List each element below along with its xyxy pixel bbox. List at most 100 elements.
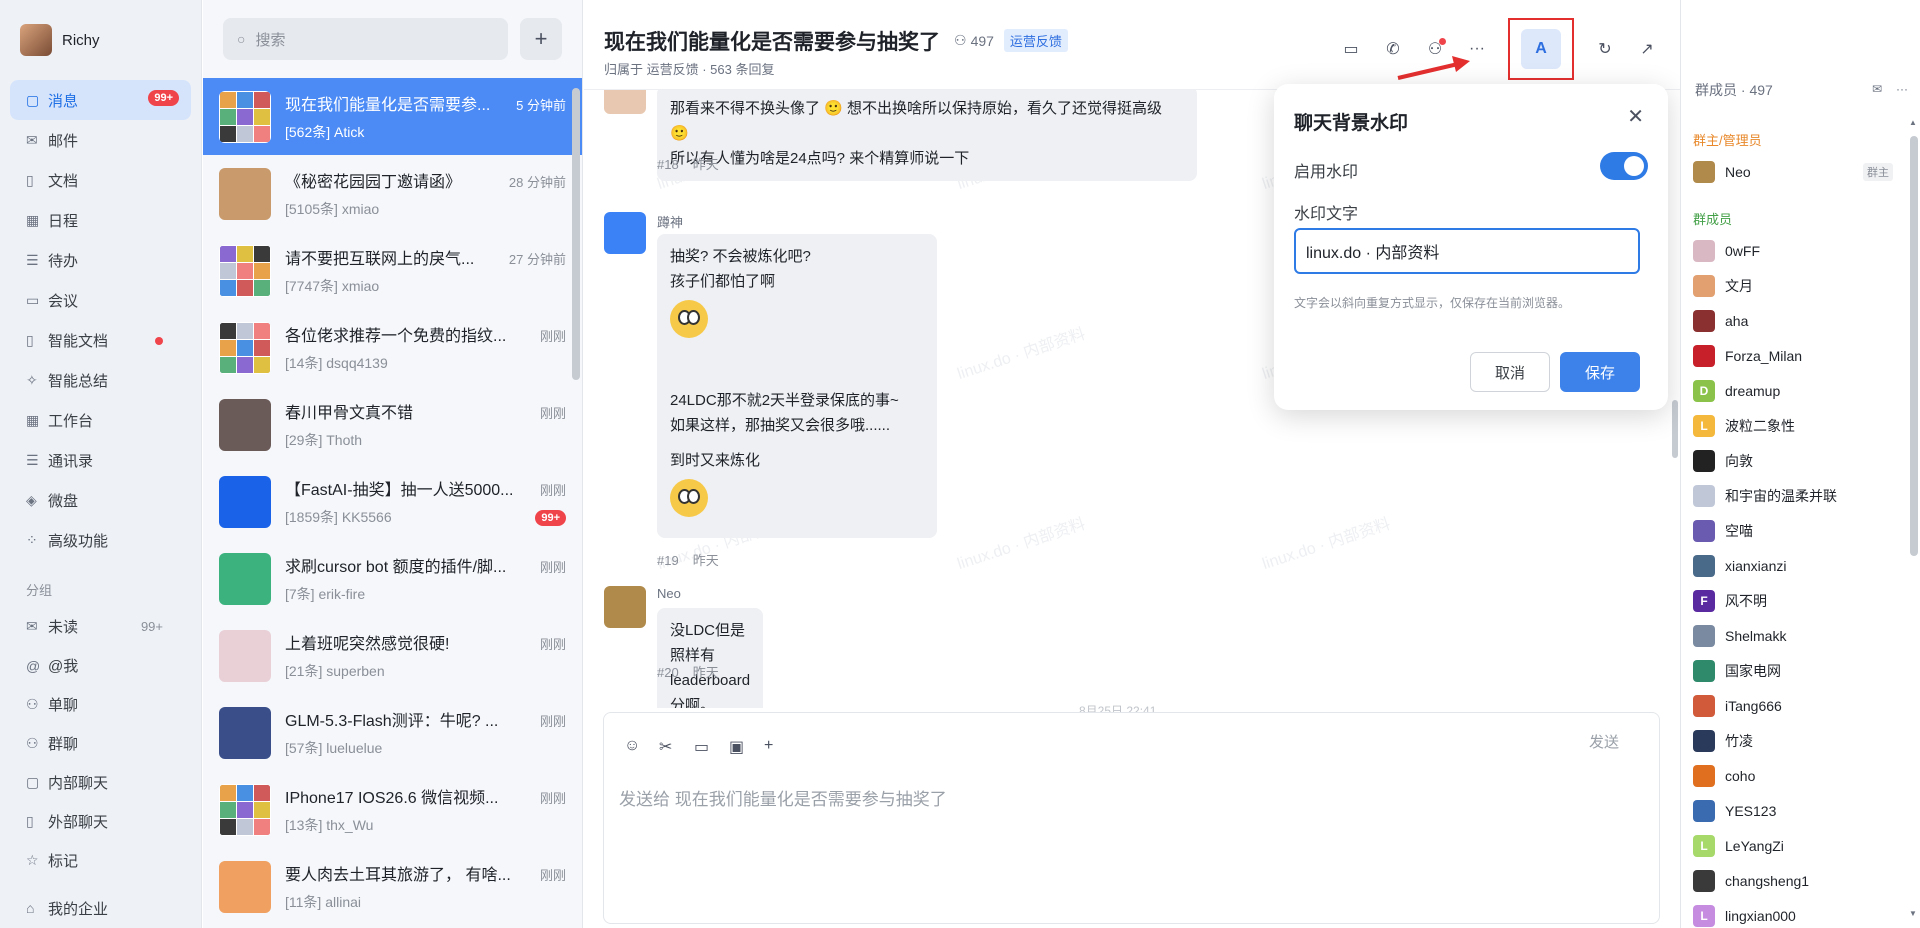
nav-group-item[interactable]: ⚇ 群聊 bbox=[10, 724, 191, 763]
search-input[interactable]: ○ 搜索 bbox=[223, 18, 508, 60]
refresh-button[interactable]: ↻ bbox=[1584, 28, 1626, 70]
member-avatar bbox=[1693, 519, 1715, 542]
message-avatar[interactable] bbox=[604, 90, 646, 114]
conversation-item[interactable]: 请不要把互联网上的戾气... 27 分钟前 [7747条] xmiao bbox=[203, 232, 582, 309]
sender-name: Neo bbox=[657, 586, 681, 601]
scroll-up-icon[interactable]: ▲ bbox=[1909, 118, 1917, 127]
close-icon[interactable]: ✕ bbox=[1627, 104, 1644, 129]
message-time: 昨天 bbox=[692, 665, 719, 680]
more-icon[interactable]: ··· bbox=[1896, 82, 1908, 96]
conversation-item[interactable]: 要人肉去土耳其旅游了， 有啥... 刚刚 [11条] allinai bbox=[203, 848, 582, 925]
nav-item[interactable]: ▭ 会议 bbox=[10, 280, 191, 320]
conversation-item[interactable]: IPhone17 IOS26.6 微信视频... 刚刚 [13条] thx_Wu bbox=[203, 771, 582, 848]
watermark-button[interactable]: A bbox=[1508, 18, 1574, 80]
unread-count: 99+ bbox=[140, 619, 163, 634]
member-item[interactable]: xianxianzi bbox=[1693, 548, 1893, 583]
refresh-icon: ↻ bbox=[1598, 41, 1612, 58]
nav-item[interactable]: ☰ 通讯录 bbox=[10, 440, 191, 480]
nav-item-label: 邮件 bbox=[48, 132, 79, 150]
user-profile[interactable]: Richy bbox=[0, 0, 201, 80]
nav-item[interactable]: ☰ 待办 bbox=[10, 240, 191, 280]
emoji-icon[interactable]: ☺ bbox=[624, 737, 659, 757]
conversation-item[interactable]: 现在我们能量化是否需要参... 5 分钟前 [562条] Atick bbox=[203, 78, 582, 155]
nav-group-item[interactable]: ✉ 未读 99+ bbox=[10, 607, 191, 646]
plus-icon[interactable]: + bbox=[764, 737, 799, 757]
nav-group-item[interactable]: @ @我 bbox=[10, 646, 191, 685]
nav-item[interactable]: ✧ 智能总结 bbox=[10, 360, 191, 400]
member-item[interactable]: L 波粒二象性 bbox=[1693, 408, 1893, 443]
nav-item[interactable]: ◈ 微盘 bbox=[10, 480, 191, 520]
header-toolbar: ▭ ✆ ⚇ ··· A ↻ ↗ bbox=[1330, 18, 1680, 80]
watermark-text-input[interactable] bbox=[1294, 228, 1640, 274]
nav-group-item[interactable]: ☆ 标记 bbox=[10, 841, 191, 880]
member-item[interactable]: 竹凌 bbox=[1693, 723, 1893, 758]
member-item[interactable]: iTang666 bbox=[1693, 688, 1893, 723]
enable-watermark-toggle[interactable] bbox=[1600, 152, 1648, 180]
member-item[interactable]: 向敦 bbox=[1693, 443, 1893, 478]
member-item[interactable]: YES123 bbox=[1693, 793, 1893, 828]
conversation-item[interactable]: 求刷cursor bot 额度的插件/脚... 刚刚 [7条] erik-fire bbox=[203, 540, 582, 617]
message-avatar[interactable] bbox=[604, 212, 646, 254]
image-icon[interactable]: ▣ bbox=[729, 737, 764, 757]
category-tag[interactable]: 运营反馈 bbox=[1003, 29, 1068, 52]
group-avatar bbox=[219, 783, 271, 836]
nav-enterprise[interactable]: ⌂ 我的企业 bbox=[10, 888, 191, 928]
member-item[interactable]: aha bbox=[1693, 303, 1893, 338]
scroll-thumb[interactable] bbox=[1910, 136, 1918, 556]
nav-group-item[interactable]: ▢ 内部聊天 bbox=[10, 763, 191, 802]
scissors-icon[interactable]: ✂ bbox=[659, 737, 694, 757]
nav-item[interactable]: ▯ 智能文档 bbox=[10, 320, 191, 360]
video-call-button[interactable]: ▭ bbox=[1330, 28, 1372, 70]
nav-group-label: 外部聊天 bbox=[48, 814, 109, 831]
member-item[interactable]: changsheng1 bbox=[1693, 863, 1893, 898]
cancel-button[interactable]: 取消 bbox=[1470, 352, 1550, 392]
conversation-title: 【FastAI-抽奖】抽一人送5000... bbox=[285, 482, 514, 499]
nav-item[interactable]: ⁘ 高级功能 bbox=[10, 520, 191, 560]
conversation-item[interactable]: 春川甲骨文真不错 刚刚 [29条] Thoth bbox=[203, 386, 582, 463]
conversation-item[interactable]: 《秘密花园园丁邀请函》 28 分钟前 [5105条] xmiao bbox=[203, 155, 582, 232]
conversation-item[interactable]: 上着班呢突然感觉很硬! 刚刚 [21条] superben bbox=[203, 617, 582, 694]
member-item[interactable]: Llingxian000 bbox=[1693, 898, 1893, 928]
member-item[interactable]: 0wFF bbox=[1693, 233, 1893, 268]
member-item[interactable]: 空喵 bbox=[1693, 513, 1893, 548]
member-avatar: D bbox=[1693, 379, 1715, 402]
send-button[interactable]: 发送 bbox=[1589, 731, 1619, 752]
conversation-item[interactable]: GLM-5.3-Flash测评：牛呢? ... 刚刚 [57条] lueluelue bbox=[203, 694, 582, 771]
open-external-button[interactable]: ↗ bbox=[1626, 28, 1668, 70]
add-button[interactable]: + bbox=[520, 18, 562, 60]
member-item[interactable]: F 风不明 bbox=[1693, 583, 1893, 618]
nav-item[interactable]: ▯ 文档 bbox=[10, 160, 191, 200]
nav-group-item[interactable]: ⚇ 单聊 bbox=[10, 685, 191, 724]
message-composer[interactable]: ☺ ✂ ▭ ▣ + 发送 发送给 现在我们能量化是否需要参与抽奖了 bbox=[603, 712, 1660, 924]
people-icon: ⚇ bbox=[26, 735, 39, 751]
message-avatar[interactable] bbox=[604, 586, 646, 628]
group-avatar bbox=[219, 321, 271, 374]
member-scrollbar[interactable]: ▲ ▼ bbox=[1909, 118, 1918, 918]
user-avatar[interactable] bbox=[20, 24, 52, 56]
conversation-scrollbar[interactable] bbox=[572, 88, 580, 380]
folder-icon[interactable]: ▭ bbox=[694, 737, 729, 757]
save-button[interactable]: 保存 bbox=[1560, 352, 1640, 392]
member-name: Shelmakk bbox=[1725, 627, 1787, 644]
member-item[interactable]: 和宇宙的温柔并联 bbox=[1693, 478, 1893, 513]
member-item[interactable]: coho bbox=[1693, 758, 1893, 793]
conversation-item[interactable]: 【FastAI-抽奖】抽一人送5000... 刚刚 [1859条] KK5566 99… bbox=[203, 463, 582, 540]
member-item[interactable]: 文月 bbox=[1693, 268, 1893, 303]
member-avatar bbox=[1693, 694, 1715, 717]
member-item[interactable]: Ddreamup bbox=[1693, 373, 1893, 408]
nav-item[interactable]: ▦ 工作台 bbox=[10, 400, 191, 440]
conversation-item[interactable]: 各位佬求推荐一个免费的指纹... 刚刚 [14条] dsqq4139 bbox=[203, 309, 582, 386]
member-name: 和宇宙的温柔并联 bbox=[1725, 487, 1837, 504]
scroll-down-icon[interactable]: ▼ bbox=[1909, 909, 1917, 918]
nav-item[interactable]: ▦ 日程 bbox=[10, 200, 191, 240]
nav-item[interactable]: ✉ 邮件 bbox=[10, 120, 191, 160]
member-item[interactable]: Shelmakk bbox=[1693, 618, 1893, 653]
member-item[interactable]: L LeYangZi bbox=[1693, 828, 1893, 863]
chat-scrollbar[interactable] bbox=[1672, 400, 1678, 458]
member-item[interactable]: 国家电网 bbox=[1693, 653, 1893, 688]
nav-group-item[interactable]: ▯ 外部聊天 bbox=[10, 802, 191, 841]
member-item[interactable]: Forza_Milan bbox=[1693, 338, 1893, 373]
nav-item[interactable]: ▢ 消息 99+ bbox=[10, 80, 191, 120]
member-item[interactable]: Neo 群主 bbox=[1693, 154, 1893, 189]
mail-icon[interactable]: ✉ bbox=[1872, 82, 1882, 96]
